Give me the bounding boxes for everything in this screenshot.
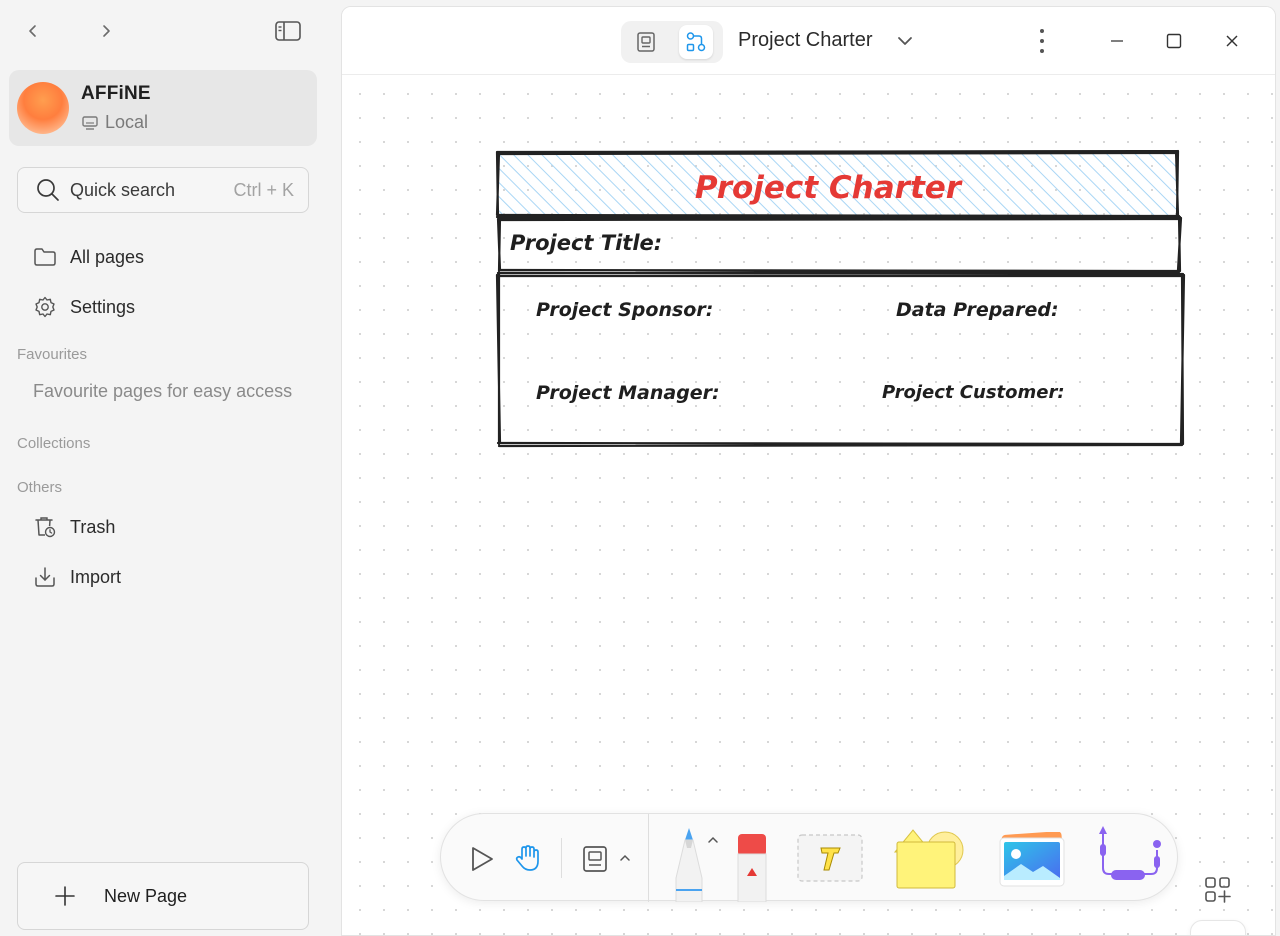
- sidebar: AFFiNE Local Quick search Ctrl + K All p…: [0, 0, 340, 936]
- quick-search-shortcut: Ctrl + K: [233, 179, 294, 200]
- new-page-button[interactable]: New Page: [17, 862, 309, 930]
- edgeless-toolbar: [440, 813, 1178, 902]
- maximize-button[interactable]: [1159, 27, 1189, 55]
- chevron-right-icon: [103, 25, 110, 37]
- image-tool-icon[interactable]: [997, 832, 1069, 890]
- sidebar-item-import[interactable]: Import: [17, 557, 317, 597]
- sidebar-item-label: Trash: [70, 516, 116, 537]
- sidebar-item-trash[interactable]: Trash: [17, 507, 317, 547]
- select-tool-icon[interactable]: [467, 844, 497, 874]
- workspace-storage: Local: [81, 112, 148, 133]
- editor-panel: Project Charter Project Charter Project …: [341, 6, 1276, 936]
- import-icon: [35, 567, 55, 587]
- section-others: Others: [17, 479, 63, 496]
- minimize-button[interactable]: [1102, 27, 1132, 55]
- sidebar-item-label: Settings: [70, 296, 136, 317]
- eraser-tool-icon[interactable]: [735, 832, 769, 902]
- toolbar-divider: [648, 814, 649, 902]
- shape-tool-icon[interactable]: [891, 826, 965, 890]
- charter-data-prepared-label[interactable]: Data Prepared:: [896, 299, 1059, 321]
- computer-icon: [82, 115, 98, 130]
- more-options-icon[interactable]: [1030, 25, 1054, 57]
- chevron-up-icon[interactable]: [707, 834, 719, 846]
- maximize-icon: [1166, 33, 1182, 49]
- forward-button[interactable]: [89, 14, 123, 48]
- editor-header: Project Charter: [342, 7, 1275, 75]
- edgeless-canvas[interactable]: Project Charter Project Title: Project S…: [342, 76, 1275, 935]
- page-mode-button[interactable]: [629, 25, 663, 59]
- hand-tool-icon[interactable]: [513, 842, 543, 874]
- sidebar-item-label: All pages: [70, 246, 145, 267]
- minimize-icon: [1111, 40, 1123, 42]
- gear-icon: [35, 296, 55, 318]
- charter-manager-label[interactable]: Project Manager:: [536, 382, 720, 404]
- charter-title-label[interactable]: Project Title:: [510, 231, 662, 255]
- workspace-storage-label: Local: [105, 112, 149, 132]
- workspace-avatar: [17, 82, 69, 134]
- trash-icon: [35, 517, 56, 538]
- quick-search-label: Quick search: [70, 179, 176, 200]
- plus-icon: [55, 886, 75, 906]
- text-tool-icon[interactable]: [797, 834, 863, 882]
- document-title[interactable]: Project Charter: [738, 29, 873, 52]
- chevron-up-icon[interactable]: [619, 852, 631, 864]
- charter-sponsor-label[interactable]: Project Sponsor:: [536, 299, 713, 321]
- section-favourites: Favourites: [17, 346, 88, 363]
- workspace-name: AFFiNE: [81, 83, 151, 104]
- toolbar-divider: [561, 838, 562, 878]
- sidebar-item-settings[interactable]: Settings: [17, 287, 317, 327]
- chevron-left-icon: [29, 25, 36, 37]
- search-icon: [37, 179, 59, 201]
- folder-icon: [34, 248, 56, 266]
- sidebar-item-all-pages[interactable]: All pages: [17, 237, 317, 277]
- page-mode-icon: [637, 32, 655, 52]
- close-icon: [1226, 35, 1238, 47]
- sidebar-toggle-icon: [275, 21, 301, 41]
- charter-heading[interactable]: Project Charter: [695, 170, 963, 206]
- connector-tool-icon[interactable]: [1095, 822, 1165, 892]
- chevron-down-icon[interactable]: [895, 31, 915, 51]
- sidebar-item-label: Import: [70, 566, 122, 587]
- edgeless-mode-button[interactable]: [679, 25, 713, 59]
- charter-customer-label[interactable]: Project Customer:: [882, 382, 1065, 403]
- editor-mode-switch: [621, 21, 723, 63]
- toggle-sidebar-button[interactable]: [271, 14, 305, 48]
- project-charter-frame[interactable]: Project Charter Project Title: Project S…: [490, 146, 1190, 456]
- workspace-card[interactable]: AFFiNE Local: [9, 70, 317, 146]
- favourites-empty-text: Favourite pages for easy access: [33, 381, 293, 401]
- close-button[interactable]: [1217, 27, 1247, 55]
- pen-tool-icon[interactable]: [673, 826, 705, 902]
- quick-search[interactable]: Quick search Ctrl + K: [17, 167, 309, 213]
- help-button[interactable]: [1190, 920, 1246, 935]
- frame-tool-icon[interactable]: [581, 845, 609, 873]
- section-collections[interactable]: Collections: [17, 435, 90, 452]
- back-button[interactable]: [16, 14, 50, 48]
- new-page-label: New Page: [104, 885, 188, 906]
- edgeless-mode-icon: [686, 32, 706, 52]
- grid-add-icon[interactable]: [1204, 876, 1232, 904]
